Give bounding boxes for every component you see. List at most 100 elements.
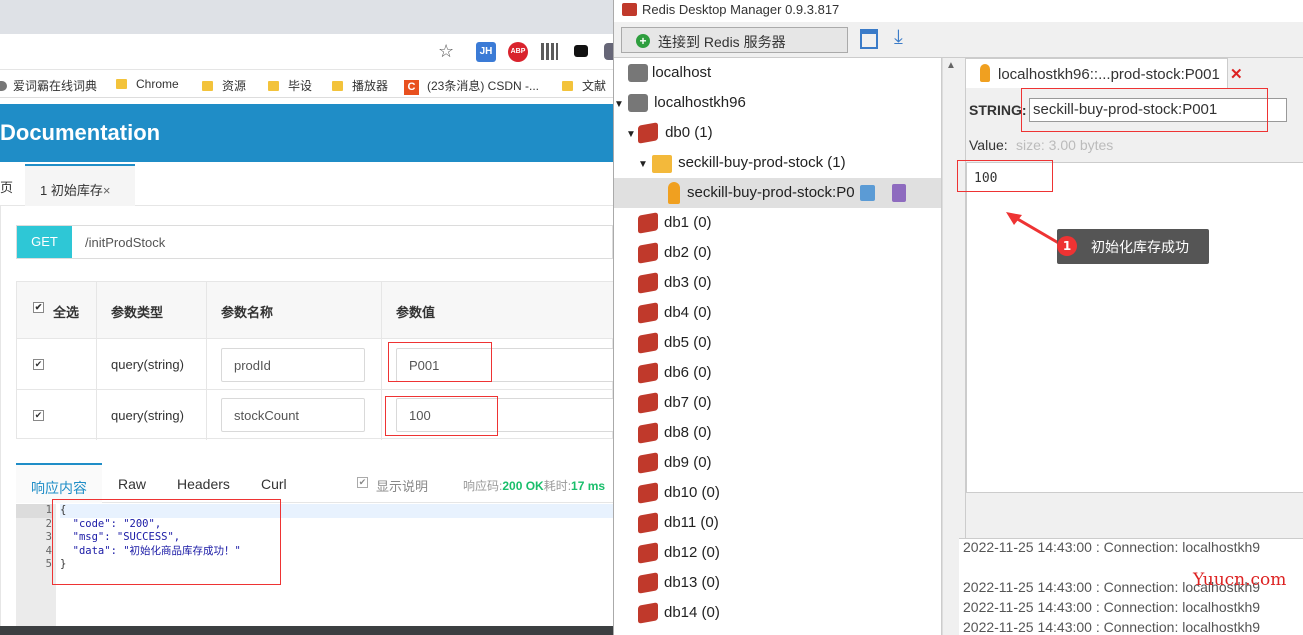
bookmark-item[interactable]: 文献 (562, 77, 606, 94)
highlight-box-stock (385, 396, 498, 436)
tree-item-db[interactable]: db5 (0) (638, 328, 712, 358)
row-checkbox[interactable]: ✔ (33, 359, 44, 370)
param-name-cell: prodId (207, 339, 382, 390)
tab-init-stock[interactable]: 1 初始库存× (25, 164, 135, 206)
status-line: 响应码:200 OK耗时:17 ms (463, 479, 606, 493)
row-checkbox[interactable]: ✔ (33, 410, 44, 421)
response-time: 17 ms (571, 479, 606, 493)
browser-tab-strip (0, 0, 613, 34)
param-name-input[interactable]: prodId (221, 348, 365, 382)
import-icon[interactable] (860, 29, 878, 49)
redis-db-icon (638, 332, 658, 354)
tree-item-key-selected[interactable]: seckill-buy-prod-stock:P0 (614, 178, 941, 208)
tree-item-db[interactable]: db13 (0) (638, 568, 720, 598)
scroll-up-icon[interactable]: ▲ (946, 60, 956, 71)
bookmark-item[interactable]: 资源 (202, 77, 246, 94)
highlight-box-value (957, 160, 1053, 192)
tab-response-content[interactable]: 响应内容 (16, 463, 102, 503)
browser-toolbar: ☆ JH ABP (0, 34, 613, 70)
col-header-value: 参数值 (382, 282, 613, 339)
tree-item-db[interactable]: db1 (0) (638, 208, 712, 238)
redis-app-icon (622, 3, 637, 16)
tab-raw[interactable]: Raw (118, 463, 146, 503)
show-desc-checkbox[interactable]: ✔ (357, 477, 368, 488)
bookmark-item[interactable]: 毕设 (268, 77, 312, 94)
delete-key-icon[interactable] (892, 184, 906, 202)
key-tab[interactable]: localhostkh96::...prod-stock:P001 ✕ (965, 58, 1243, 88)
adblock-extension-icon[interactable]: ABP (508, 42, 528, 62)
response-code-viewer[interactable]: 1 2 3 4 5 { "code": "200", "msg": "SUCCE… (16, 499, 613, 635)
tree-item-db[interactable]: db10 (0) (638, 478, 720, 508)
select-all-checkbox[interactable]: ✔ (33, 302, 44, 313)
tab-home-fragment[interactable]: 页 (0, 177, 13, 196)
tree-item-db[interactable]: db2 (0) (638, 238, 712, 268)
tree-item-db[interactable]: db4 (0) (638, 298, 712, 328)
tree-item-db[interactable]: db8 (0) (638, 418, 712, 448)
tab-close-icon[interactable]: ✕ (1230, 66, 1243, 83)
col-header-select: ✔ 全选 (17, 282, 97, 339)
tab-curl[interactable]: Curl (261, 463, 287, 503)
tree-item-db[interactable]: db6 (0) (638, 358, 712, 388)
key-icon (980, 64, 990, 82)
tree-item-db[interactable]: db7 (0) (638, 388, 712, 418)
key-detail-area: STRING: seckill-buy-prod-stock:P001 Valu… (957, 88, 1303, 538)
highlight-box-key (1021, 88, 1268, 132)
tree-item-db[interactable]: db11 (0) (638, 508, 719, 538)
jh-extension-icon[interactable]: JH (476, 42, 496, 62)
tab-close-icon[interactable]: × (103, 183, 111, 198)
copy-key-icon[interactable] (860, 185, 875, 201)
bookmark-item[interactable]: 播放器 (332, 77, 388, 94)
key-icon (668, 182, 680, 204)
redis-db-icon (638, 392, 658, 414)
redis-toolbar: + 连接到 Redis 服务器 ⤓ (614, 22, 1303, 58)
bookmark-item[interactable]: Chrome (116, 77, 179, 91)
redis-db-icon (638, 242, 658, 264)
param-name-input[interactable]: stockCount (221, 398, 365, 432)
redis-db-icon (638, 512, 658, 534)
redis-db-icon (638, 362, 658, 384)
request-bar: GET /initProdStock (16, 225, 613, 259)
qr-code-icon[interactable] (541, 43, 558, 60)
annotation-number-badge: 1 (1057, 236, 1077, 256)
expand-arrow-icon[interactable]: ▼ (638, 159, 648, 170)
tab-label: 1 初始库存 (40, 183, 103, 198)
redis-db-icon (638, 572, 658, 594)
expand-arrow-icon[interactable]: ▼ (614, 99, 624, 110)
tree-item-db[interactable]: db3 (0) (638, 268, 712, 298)
response-tabs: 响应内容 Raw Headers Curl ✔ 显示说明 响应码:200 OK耗… (16, 463, 613, 503)
redis-db-icon (638, 422, 658, 444)
tree-item-folder[interactable]: ▼ seckill-buy-prod-stock (1) (638, 148, 846, 178)
tree-item-db[interactable]: db9 (0) (638, 448, 712, 478)
param-type-cell: query(string) (97, 390, 207, 440)
bookmark-item[interactable]: C (23条消息) CSDN -... (404, 77, 539, 95)
tree-item-db[interactable]: db14 (0) (638, 598, 720, 628)
highlight-box-response (52, 499, 281, 585)
bookmarks-bar: 爱词霸在线词典 Chrome 资源 毕设 播放器 C (23条消息) CSDN -… (0, 70, 613, 98)
tree-item-localhost[interactable]: localhost (628, 58, 711, 88)
value-size: size: 3.00 bytes (1016, 137, 1114, 153)
tree-item-db[interactable]: db12 (0) (638, 538, 720, 568)
server-icon (628, 94, 648, 112)
tree-scrollbar[interactable]: ▲ (942, 58, 959, 635)
param-type-cell: query(string) (97, 339, 207, 390)
expand-arrow-icon[interactable]: ▼ (626, 129, 636, 140)
connection-tree: localhost ▼ localhostkh96 ▼ db0 (1) ▼ se… (614, 58, 942, 635)
bookmark-star-icon[interactable]: ☆ (438, 41, 454, 62)
extension-icon[interactable] (574, 45, 588, 57)
log-line: 2022-11-25 14:43:00 : Connection: localh… (963, 599, 1261, 615)
watermark: Yuucn.com (1193, 570, 1287, 590)
download-icon[interactable]: ⤓ (894, 26, 903, 49)
bookmark-item[interactable]: 爱词霸在线词典 (0, 77, 97, 94)
line-number-gutter: 1 2 3 4 5 (16, 504, 56, 635)
plus-icon: + (636, 34, 650, 48)
page-header: Documentation (0, 104, 613, 162)
tab-headers[interactable]: Headers (177, 463, 230, 503)
tree-item-db0[interactable]: ▼ db0 (1) (626, 118, 713, 148)
extension-icon-2[interactable] (604, 43, 613, 60)
tree-item-localhostkh96[interactable]: ▼ localhostkh96 (614, 88, 746, 118)
connect-server-button[interactable]: + 连接到 Redis 服务器 (621, 27, 848, 53)
redis-db-icon (638, 602, 658, 624)
redis-db-icon (638, 122, 658, 144)
log-line: 2022-11-25 14:43:00 : Connection: localh… (963, 619, 1261, 635)
params-table: ✔ 全选 参数类型 参数名称 参数值 ✔ query(string) prodI… (16, 281, 613, 440)
